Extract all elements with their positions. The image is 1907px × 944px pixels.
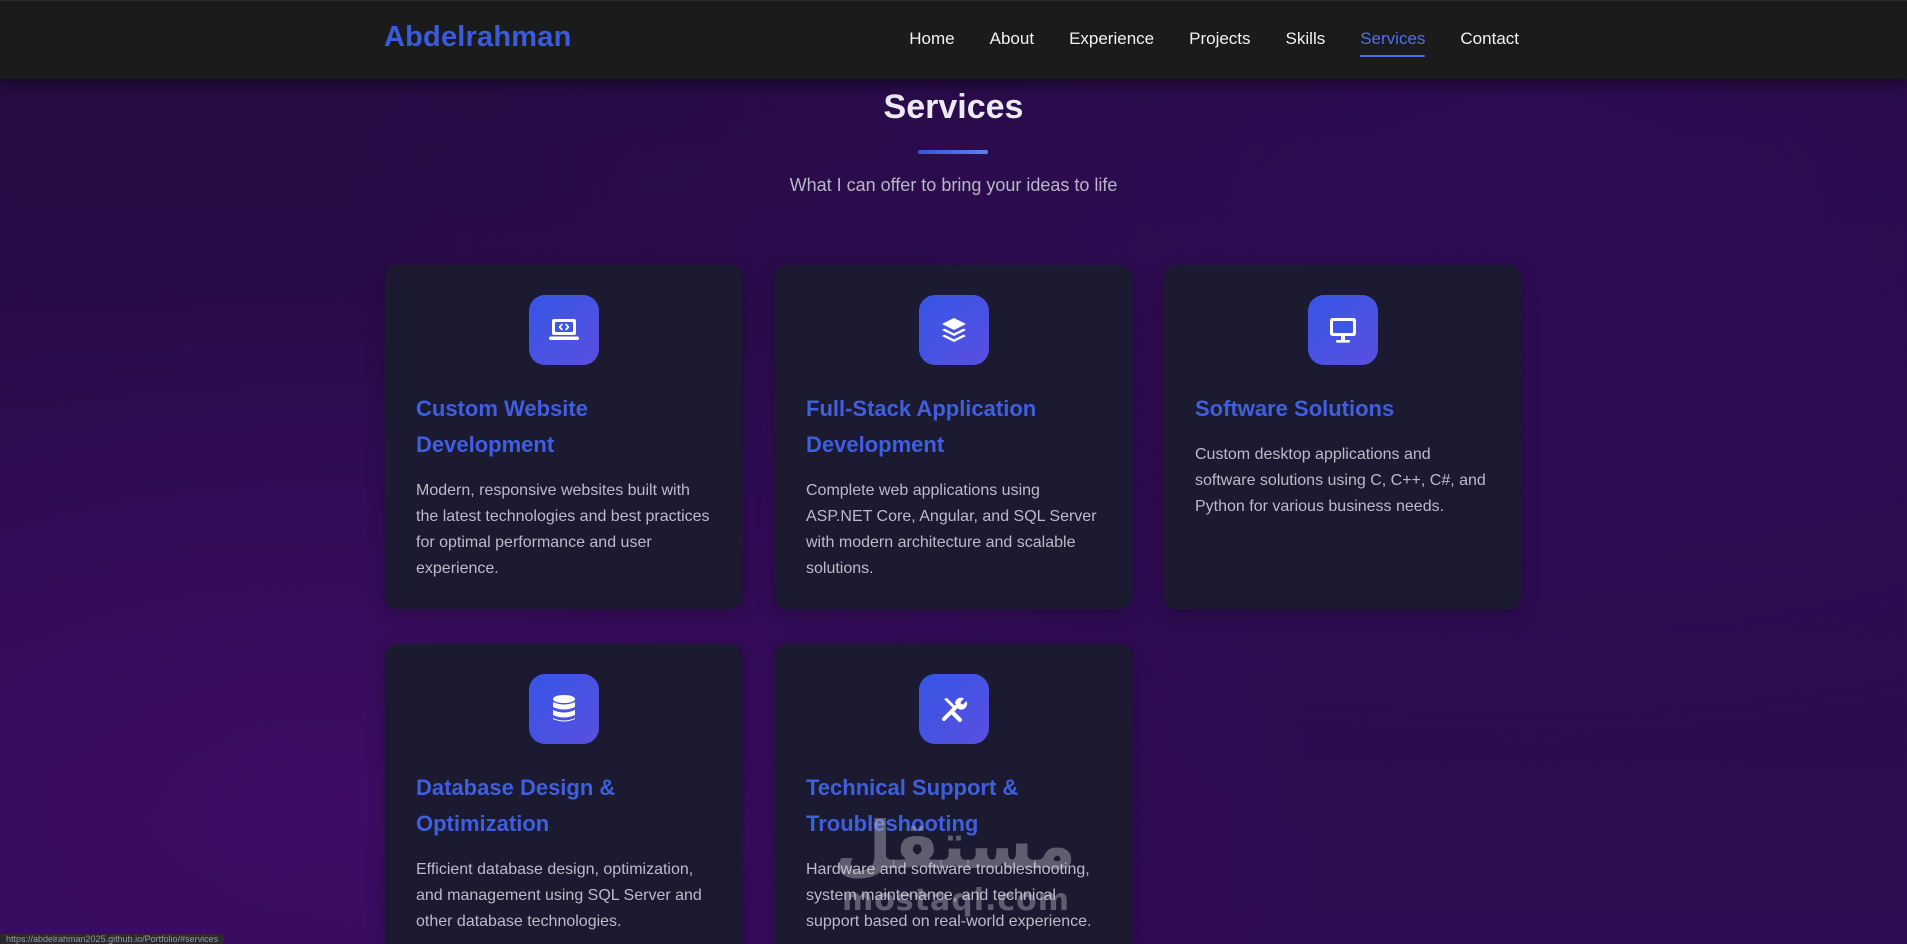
brand-logo[interactable]: Abdelrahman bbox=[384, 21, 572, 54]
service-card-description: Custom desktop applications and software… bbox=[1195, 446, 1486, 515]
service-card-fullstack: Full-Stack Application Development Compl… bbox=[775, 265, 1132, 609]
service-card-title: Custom Website Development bbox=[416, 396, 588, 457]
service-card-website: Custom Website Development Modern, respo… bbox=[385, 265, 742, 609]
tools-icon bbox=[918, 674, 989, 744]
nav-link-home[interactable]: Home bbox=[909, 29, 954, 57]
laptop-code-icon bbox=[528, 295, 599, 365]
status-bar-url: https://abdelrahman2025.github.io/Portfo… bbox=[0, 934, 225, 944]
section-title: Services bbox=[883, 88, 1024, 126]
desktop-icon bbox=[1307, 295, 1378, 365]
nav-links: Home About Experience Projects Skills Se… bbox=[909, 29, 1519, 57]
nav-link-skills[interactable]: Skills bbox=[1286, 29, 1326, 57]
section-subtitle: What I can offer to bring your ideas to … bbox=[789, 175, 1118, 195]
service-card-software: Software Solutions Custom desktop applic… bbox=[1164, 265, 1521, 609]
service-card-database: Database Design & Optimization Efficient… bbox=[385, 644, 742, 944]
service-card-title: Full-Stack Application Development bbox=[806, 396, 1037, 457]
nav-link-contact[interactable]: Contact bbox=[1460, 29, 1519, 57]
database-icon bbox=[528, 674, 599, 744]
service-card-support: Technical Support & Troubleshooting Hard… bbox=[775, 644, 1132, 944]
service-card-description: Hardware and software troubleshooting, s… bbox=[806, 861, 1092, 930]
service-card-title: Technical Support & Troubleshooting bbox=[806, 775, 1019, 836]
service-card-description: Modern, responsive websites built with t… bbox=[416, 482, 710, 577]
title-underline bbox=[918, 150, 988, 154]
service-card-title: Software Solutions bbox=[1195, 396, 1395, 421]
service-card-title: Database Design & Optimization bbox=[416, 775, 616, 836]
layers-icon bbox=[918, 295, 989, 365]
nav-link-services[interactable]: Services bbox=[1360, 29, 1426, 57]
service-card-description: Complete web applications using ASP.NET … bbox=[806, 482, 1097, 577]
service-card-description: Efficient database design, optimization,… bbox=[416, 861, 702, 930]
nav-link-projects[interactable]: Projects bbox=[1189, 29, 1250, 57]
nav-link-about[interactable]: About bbox=[990, 29, 1034, 57]
nav-link-experience[interactable]: Experience bbox=[1069, 29, 1154, 57]
navbar: Abdelrahman Home About Experience Projec… bbox=[0, 0, 1907, 79]
